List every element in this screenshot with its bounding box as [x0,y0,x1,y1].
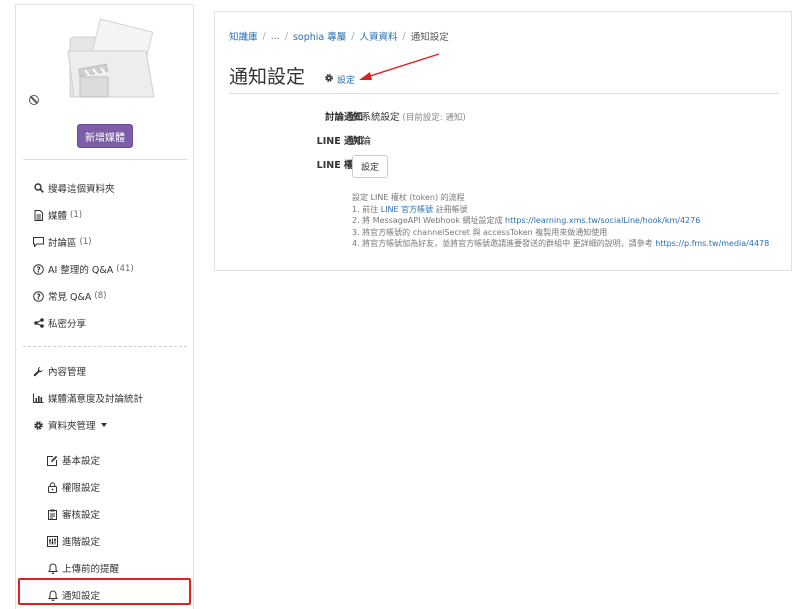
title-settings-link[interactable]: 設定 [324,73,355,86]
help-text: 1. 前往 [352,204,379,214]
caret-down-icon [100,423,107,427]
sidebar-item-label: 搜尋這個資料夾 [48,184,115,195]
sidebar-divider [23,159,187,160]
sidebar-item-faq[interactable]: ? 常見 Q&A (8) [33,288,106,304]
svg-text:?: ? [36,265,40,274]
question-circle-icon: ? [33,290,44,302]
sidebar-subitem-advanced-settings[interactable]: 進階設定 [47,533,100,549]
sidebar-divider [23,346,187,347]
help-reference-link[interactable]: https://p.fms.tw/media/4478 [655,239,769,248]
svg-text:?: ? [36,292,40,301]
help-line-3: 3. 將官方帳號的 channelSecret 與 accessToken 複製… [352,227,608,237]
breadcrumb-item-current: 通知設定 [410,32,449,43]
help-line-2: 2. 將 MessageAPI Webhook 網址設定成 https://le… [352,215,769,227]
discussion-notify-hint: (目前設定: 通知) [402,113,466,123]
search-icon [33,183,44,194]
lock-icon [47,481,58,493]
page-title: 通知設定 [229,66,306,88]
sidebar-subitem-review-settings[interactable]: 審核設定 [47,506,100,522]
share-icon [33,318,44,329]
webhook-url-link[interactable]: https://learning.xms.tw/socialLine/hook/… [505,216,700,225]
sidebar-item-statistics[interactable]: 媒體滿意度及討論統計 [33,390,143,406]
folder-media-icon [67,18,155,98]
help-text: 4. 將官方帳號加為好友，並將官方帳號邀請進要發送的群組中 更詳細的說明，請參考 [352,239,653,248]
sidebar-item-media[interactable]: 媒體 (1) [33,207,82,223]
sidebar-subitem-label: 上傳前的提醒 [62,564,120,575]
sidebar-subitem-label: 權限設定 [62,483,101,494]
sidebar-subitem-label: 進階設定 [62,537,101,548]
sidebar-item-ai-qa[interactable]: ? AI 整理的 Q&A (41) [33,261,134,277]
discussion-notify-value: 依系統設定 (目前設定: 通知) [352,109,466,123]
bar-chart-icon [33,393,44,404]
add-media-button[interactable]: 新增媒體 [77,124,133,148]
line-official-account-link[interactable]: LINE 官方帳號 [381,205,433,214]
sidebar-subitem-upload-reminder[interactable]: 上傳前的提醒 [47,560,119,576]
discussion-notify-text: 依系統設定 [352,112,400,123]
line-notify-value: 討論 [352,136,372,147]
edit-icon [47,455,58,466]
sidebar-item-count: (41) [116,264,134,274]
sidebar-subitem-label: 基本設定 [62,456,101,467]
wrench-icon [33,366,44,377]
sidebar-item-label: 討論區 [48,238,77,249]
sidebar-item-label: 媒體 [48,211,68,222]
question-circle-icon: ? [33,263,44,275]
sidebar-subitem-label: 審核設定 [62,510,101,521]
sidebar-item-count: (1) [79,237,92,247]
sidebar: 新增媒體 搜尋這個資料夾 媒體 (1) 討論區 (1) ? AI 整理的 Q&A… [15,4,194,609]
help-line-4: 4. 將官方帳號加為好友，並將官方帳號邀請進要發送的群組中 更詳細的說明，請參考… [352,238,769,250]
folder-header: 新增媒體 [16,5,195,160]
help-line-1: 1. 前往 LINE 官方帳號 註冊帳號 [352,204,769,216]
comment-icon [33,237,44,248]
line-token-settings-button[interactable]: 設定 [352,155,388,178]
sidebar-item-content-management[interactable]: 內容管理 [33,363,86,379]
line-token-help: 設定 LINE 權杖 (token) 的流程 1. 前往 LINE 官方帳號 註… [352,192,769,250]
file-icon [33,209,44,221]
sidebar-item-label: 資料夾管理 [48,421,96,432]
help-text: 2. 將 MessageAPI Webhook 網址設定成 [352,216,503,225]
breadcrumb-item-hr[interactable]: 人資資料 [359,29,397,43]
sidebar-subitem-basic-settings[interactable]: 基本設定 [47,452,100,468]
breadcrumb-separator: / [262,30,266,42]
gear-icon [324,73,334,86]
sidebar-item-folder-management[interactable]: 資料夾管理 [33,417,107,433]
title-settings-label: 設定 [337,76,356,86]
highlight-annotation [18,578,191,605]
main-panel: 知識庫 / ... / sophia 專屬 / 人資資料 / 通知設定 通知設定… [214,11,792,271]
breadcrumb-item-ellipsis[interactable]: ... [271,31,280,42]
clipboard-icon [47,509,58,520]
breadcrumb-separator: / [284,30,288,42]
breadcrumb-item-knowledge-base[interactable]: 知識庫 [229,29,258,43]
sidebar-item-count: (1) [70,210,83,220]
sidebar-item-private-share[interactable]: 私密分享 [33,315,86,331]
sidebar-item-label: 媒體滿意度及討論統計 [48,394,144,405]
title-divider [229,93,779,94]
gear-icon [33,420,44,431]
sidebar-item-count: (8) [94,291,107,301]
breadcrumb-separator: / [402,30,406,42]
sidebar-item-search-folder[interactable]: 搜尋這個資料夾 [33,180,115,196]
sidebar-item-label: AI 整理的 Q&A [48,265,114,276]
ban-icon[interactable] [29,95,39,105]
sliders-icon [47,535,58,547]
help-line-0: 設定 LINE 權杖 (token) 的流程 [352,193,465,202]
sidebar-item-label: 常見 Q&A [48,292,92,303]
sidebar-subitem-permission-settings[interactable]: 權限設定 [47,479,100,495]
breadcrumb-item-sophia[interactable]: sophia 專屬 [293,29,346,43]
sidebar-item-label: 私密分享 [48,319,87,330]
help-text: 註冊帳號 [435,204,468,214]
breadcrumb: 知識庫 / ... / sophia 專屬 / 人資資料 / 通知設定 [229,29,449,44]
bell-icon [47,562,58,574]
sidebar-item-discussion[interactable]: 討論區 (1) [33,234,92,250]
sidebar-item-label: 內容管理 [48,367,87,378]
breadcrumb-separator: / [351,30,355,42]
